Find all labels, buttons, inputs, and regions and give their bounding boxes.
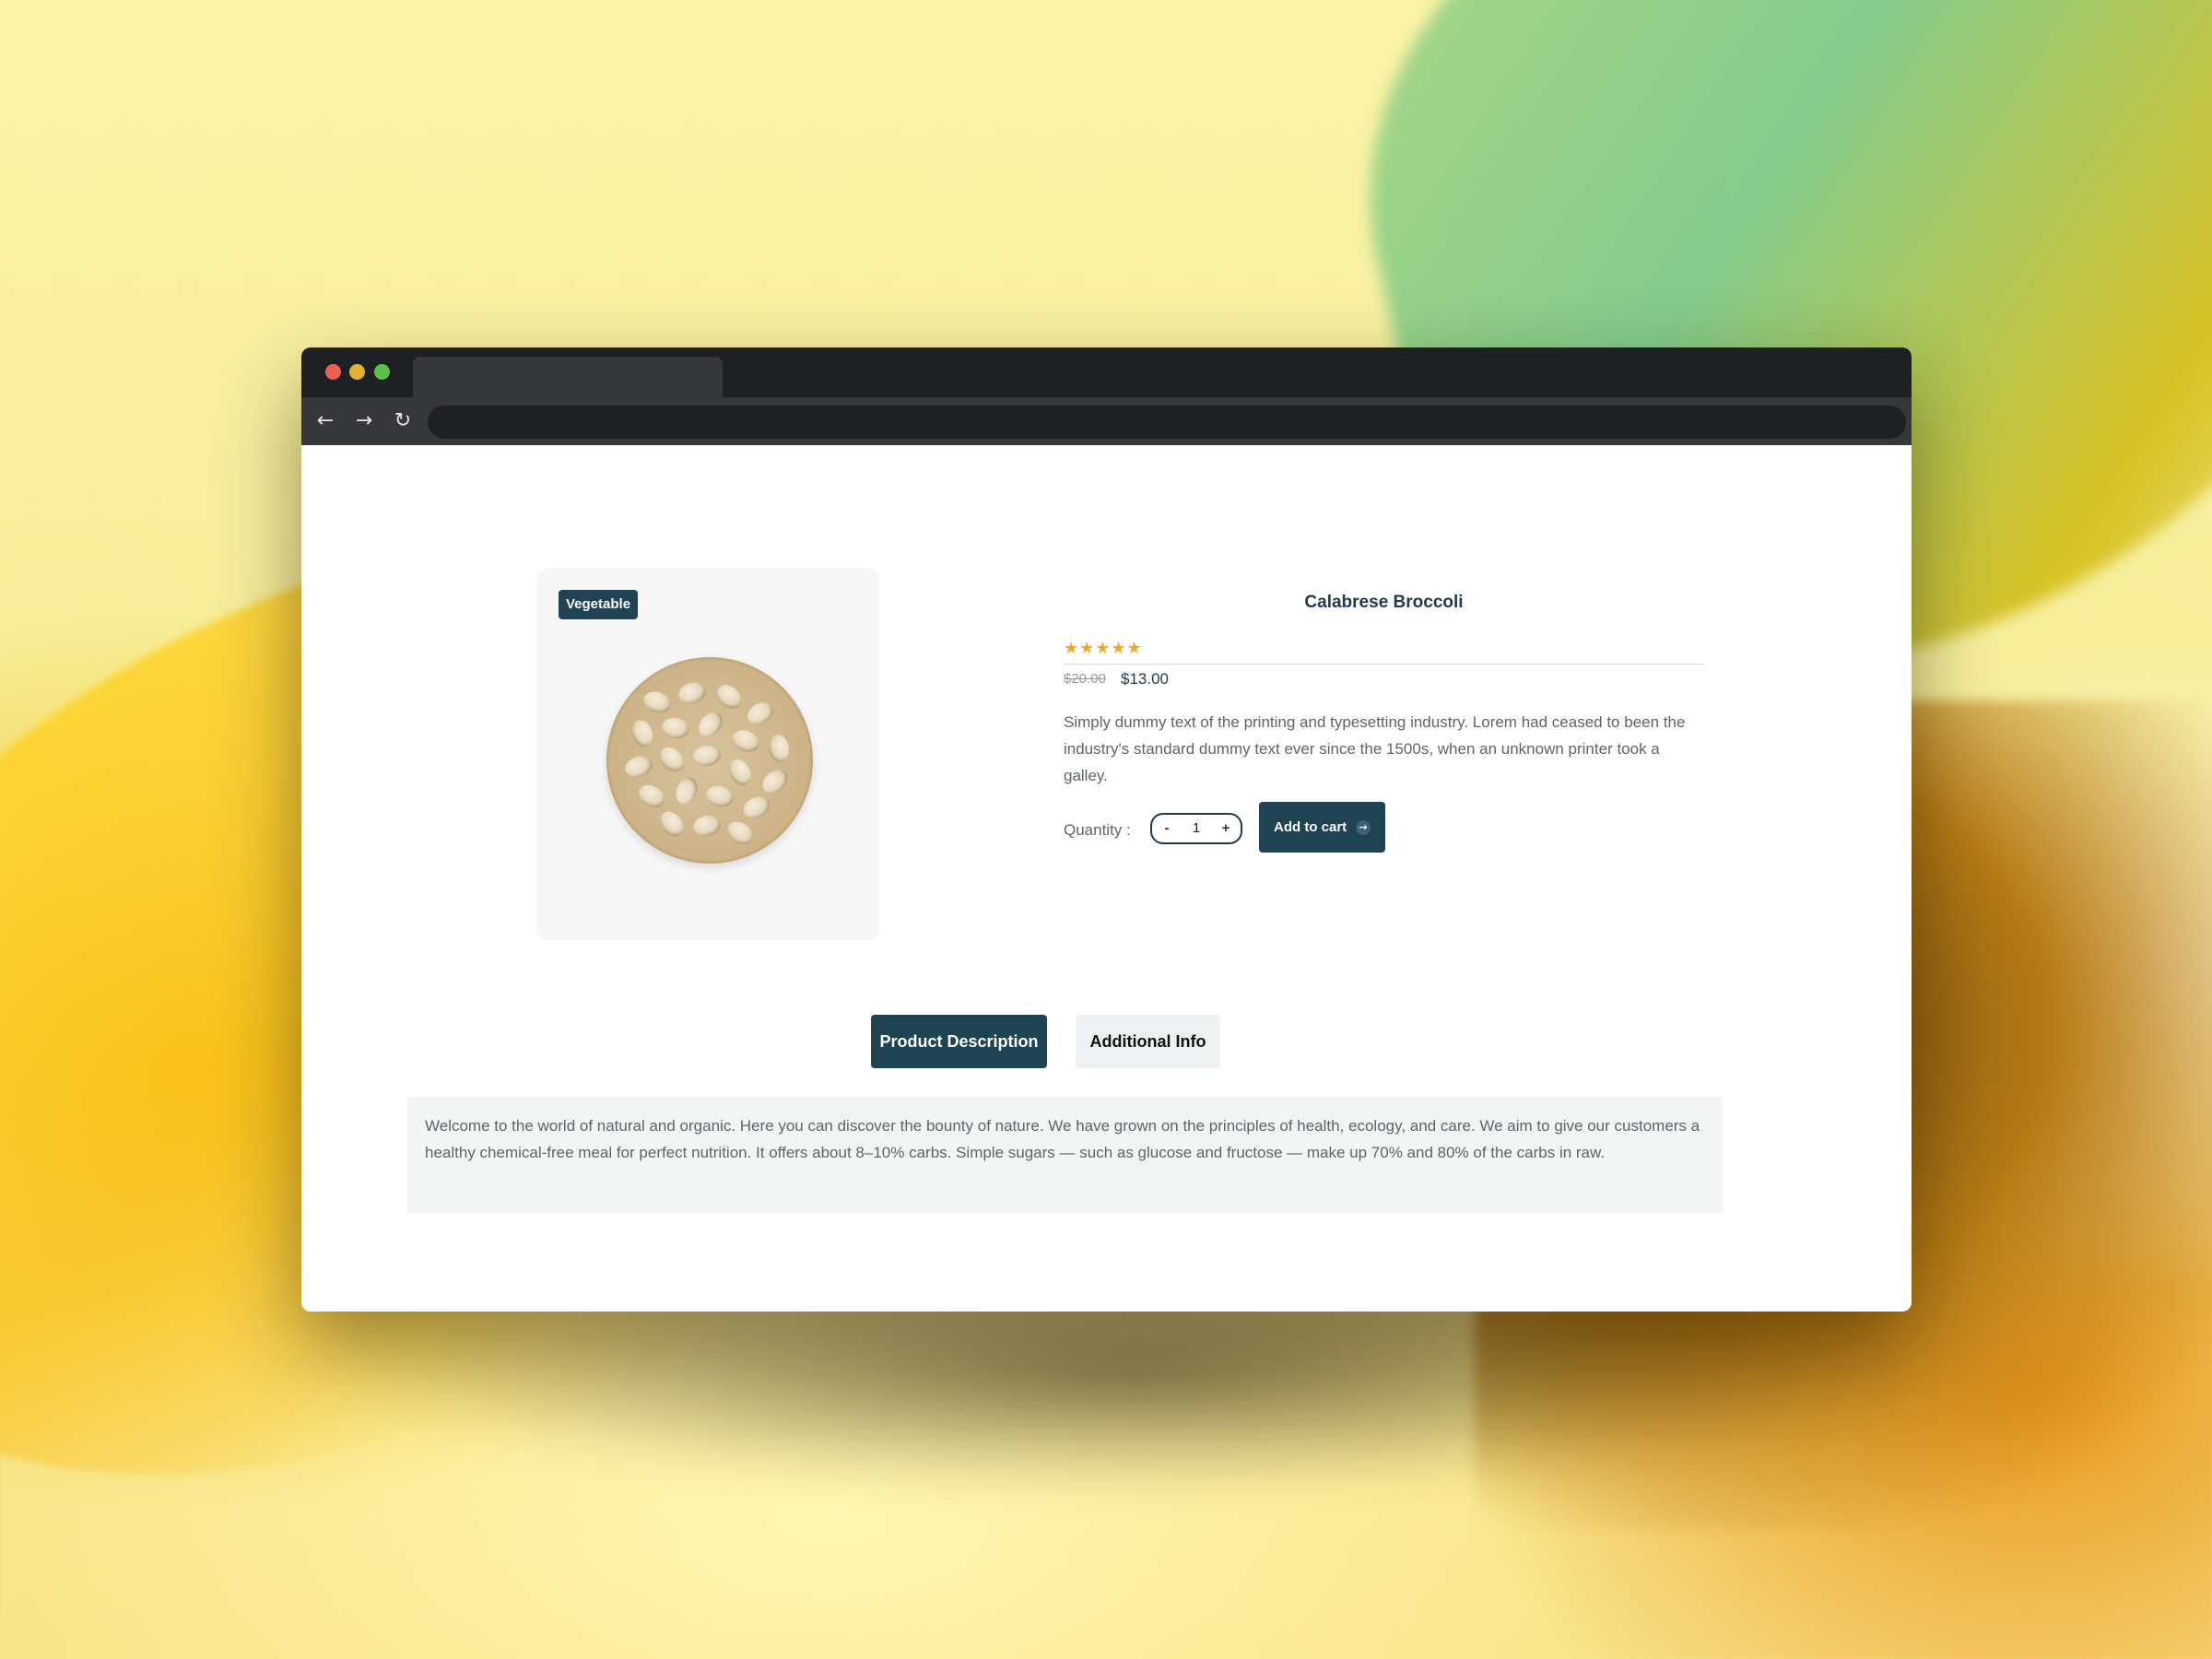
star-rating: ★★★★★	[1064, 639, 1143, 658]
quantity-input[interactable]: 1	[1176, 815, 1217, 842]
address-bar[interactable]	[428, 406, 1906, 439]
product-image-card: Vegetable	[536, 568, 879, 940]
product-tabs: Product Description Additional Info	[301, 1015, 1912, 1070]
divider	[1064, 664, 1704, 665]
product-title: Calabrese Broccoli	[1304, 593, 1464, 612]
sale-price: $13.00	[1121, 670, 1169, 688]
page-content: Vegetable Calabrese Broccoli ★★★★★ $20.0…	[301, 445, 1912, 1312]
quantity-stepper: - 1 +	[1150, 813, 1242, 844]
browser-window: ← → ↻ Vegetable Calabrese Broccoli ★★★★★…	[301, 347, 1912, 1312]
minimize-window-button[interactable]	[349, 364, 365, 380]
forward-arrow-icon[interactable]: →	[351, 408, 377, 434]
back-arrow-icon[interactable]: ←	[312, 408, 338, 434]
decrease-quantity-button[interactable]: -	[1156, 815, 1178, 842]
close-window-button[interactable]	[325, 364, 341, 380]
increase-quantity-button[interactable]: +	[1215, 815, 1237, 842]
quantity-label: Quantity :	[1064, 821, 1131, 839]
browser-tab[interactable]	[413, 357, 723, 397]
tab-additional-info[interactable]: Additional Info	[1076, 1015, 1220, 1068]
reload-icon[interactable]: ↻	[390, 408, 416, 434]
category-badge: Vegetable	[559, 590, 639, 619]
product-image	[606, 657, 813, 864]
add-to-cart-label: Add to cart	[1274, 819, 1347, 835]
arrow-right-icon: →	[1356, 820, 1371, 835]
tab-product-description[interactable]: Product Description	[871, 1015, 1047, 1068]
description-panel: Welcome to the world of natural and orga…	[406, 1097, 1723, 1213]
product-short-description: Simply dummy text of the printing and ty…	[1064, 713, 1686, 784]
maximize-window-button[interactable]	[374, 364, 390, 380]
navigation-bar: ← → ↻	[301, 397, 1912, 445]
original-price: $20.00	[1064, 671, 1106, 687]
title-bar	[301, 347, 1912, 397]
add-to-cart-button[interactable]: Add to cart →	[1259, 802, 1385, 853]
